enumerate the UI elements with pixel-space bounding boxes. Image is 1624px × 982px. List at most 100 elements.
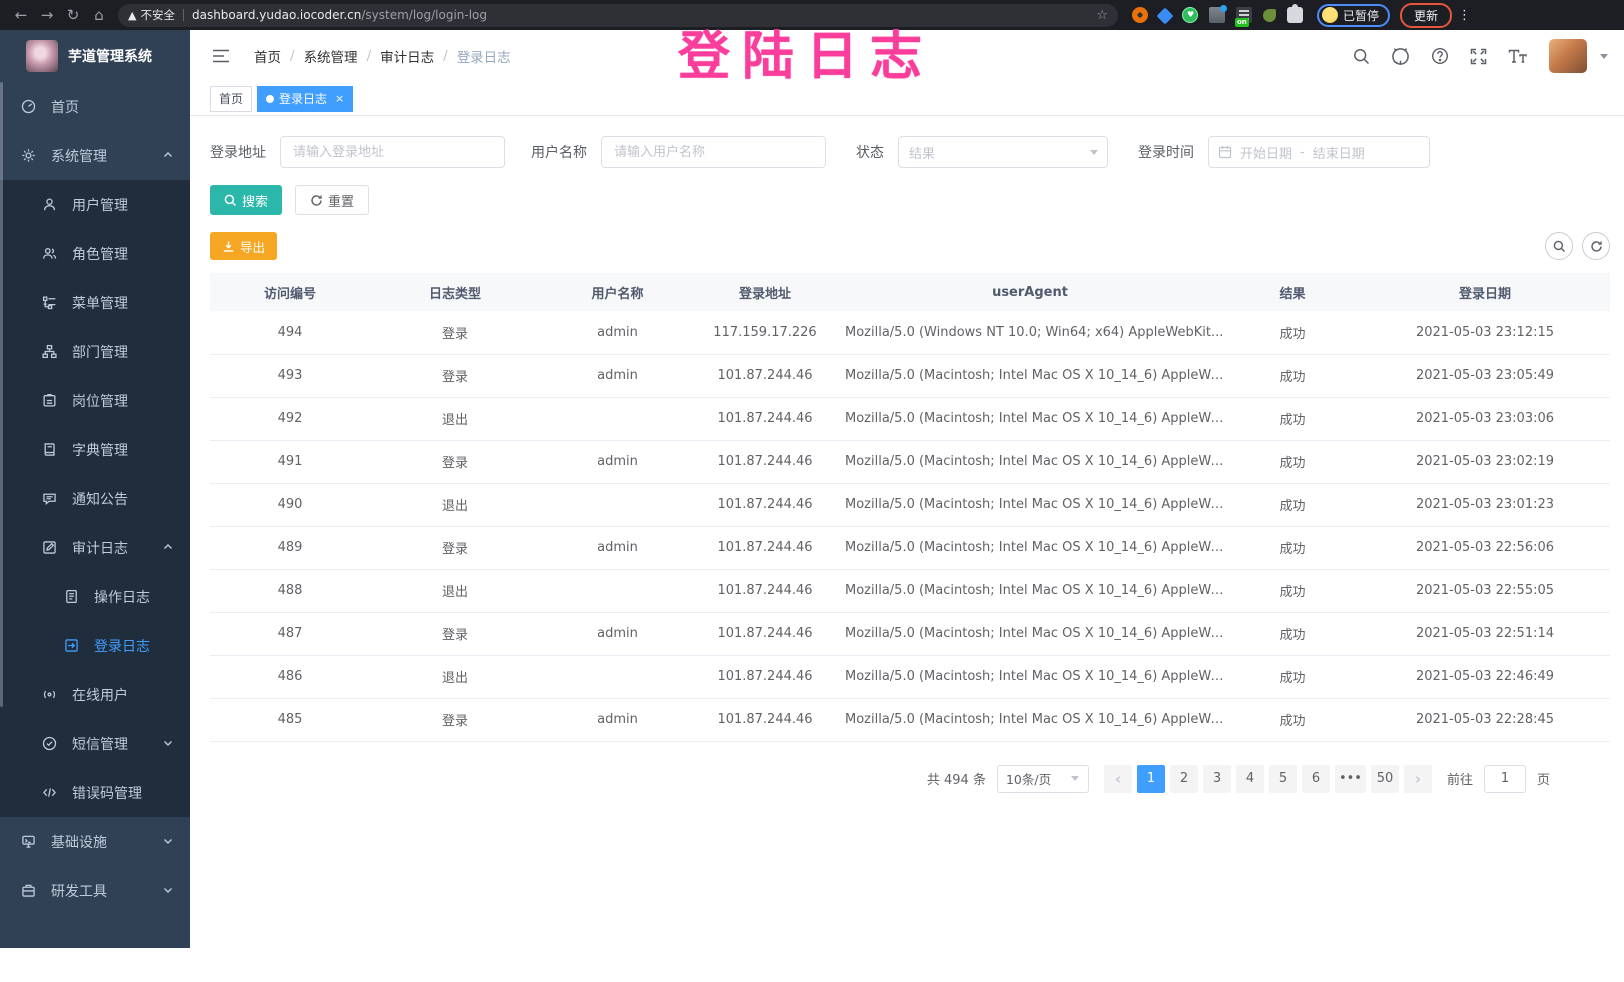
hamburger-icon[interactable] bbox=[212, 49, 230, 63]
cell-result: 成功 bbox=[1225, 655, 1360, 698]
page-button-50[interactable]: 50 bbox=[1371, 765, 1399, 793]
back-icon[interactable]: ← bbox=[8, 0, 34, 30]
sidebar-item-system[interactable]: 系统管理 bbox=[0, 131, 190, 180]
bookmark-star-icon[interactable]: ☆ bbox=[1096, 8, 1108, 23]
leaf-extension-icon[interactable] bbox=[1263, 9, 1276, 22]
home-icon[interactable]: ⌂ bbox=[86, 0, 112, 30]
table-row[interactable]: 493 登录 admin 101.87.244.46 Mozilla/5.0 (… bbox=[210, 354, 1610, 397]
operation-log-icon bbox=[64, 589, 79, 604]
avatar-caret-down-icon[interactable] bbox=[1600, 54, 1608, 59]
avatar[interactable] bbox=[1549, 39, 1587, 73]
prev-page-button[interactable]: ‹ bbox=[1104, 765, 1132, 793]
reload-icon[interactable]: ↻ bbox=[60, 0, 86, 30]
sidebar-item-audit-log[interactable]: 审计日志 bbox=[0, 523, 190, 572]
forward-icon[interactable]: → bbox=[34, 0, 60, 30]
breadcrumb: 首页 / 系统管理 / 审计日志 / 登录日志 bbox=[254, 46, 511, 66]
login-time-range-picker[interactable]: 开始日期 - 结束日期 bbox=[1208, 136, 1430, 168]
puzzle-extensions-icon[interactable] bbox=[1287, 7, 1303, 23]
page-button-6[interactable]: 6 bbox=[1302, 765, 1330, 793]
refresh-table-button[interactable] bbox=[1582, 232, 1610, 260]
page-button-4[interactable]: 4 bbox=[1236, 765, 1264, 793]
sidebar-item-user-mgmt[interactable]: 用户管理 bbox=[0, 180, 190, 229]
green-heart-extension-icon[interactable] bbox=[1182, 7, 1198, 23]
table-row[interactable]: 487 登录 admin 101.87.244.46 Mozilla/5.0 (… bbox=[210, 612, 1610, 655]
sidebar-item-menu-mgmt[interactable]: 菜单管理 bbox=[0, 278, 190, 327]
page-button-5[interactable]: 5 bbox=[1269, 765, 1297, 793]
cell-username: admin bbox=[540, 440, 695, 483]
page-button-2[interactable]: 2 bbox=[1170, 765, 1198, 793]
help-icon[interactable] bbox=[1431, 47, 1449, 65]
username-input[interactable] bbox=[601, 136, 826, 168]
search-button[interactable]: 搜索 bbox=[210, 185, 282, 215]
table-body: 494 登录 admin 117.159.17.226 Mozilla/5.0 … bbox=[210, 311, 1610, 741]
status-select[interactable]: 结果 bbox=[898, 136, 1108, 168]
fullscreen-icon[interactable] bbox=[1470, 48, 1487, 65]
sidebar-item-login-log[interactable]: 登录日志 bbox=[0, 621, 190, 670]
chrome-update-button[interactable]: 更新 bbox=[1400, 3, 1452, 28]
sidebar-item-role-mgmt[interactable]: 角色管理 bbox=[0, 229, 190, 278]
sidebar-item-devtools[interactable]: 研发工具 bbox=[0, 866, 190, 915]
table-row[interactable]: 494 登录 admin 117.159.17.226 Mozilla/5.0 … bbox=[210, 311, 1610, 354]
next-page-button[interactable]: › bbox=[1404, 765, 1432, 793]
page-size-select[interactable]: 10条/页 bbox=[997, 765, 1089, 793]
login-address-input[interactable] bbox=[280, 136, 505, 168]
sidebar-item-home[interactable]: 首页 bbox=[0, 82, 190, 131]
sidebar-scrollbar[interactable] bbox=[0, 82, 3, 707]
sidebar-item-error-code-mgmt[interactable]: 错误码管理 bbox=[0, 768, 190, 817]
cell-login-address: 101.87.244.46 bbox=[695, 483, 835, 526]
sidebar-item-online-users[interactable]: 在线用户 bbox=[0, 670, 190, 719]
sidebar-item-notice-mgmt[interactable]: 通知公告 bbox=[0, 474, 190, 523]
table-row[interactable]: 489 登录 admin 101.87.244.46 Mozilla/5.0 (… bbox=[210, 526, 1610, 569]
table-row[interactable]: 490 退出 101.87.244.46 Mozilla/5.0 (Macint… bbox=[210, 483, 1610, 526]
cell-username: admin bbox=[540, 698, 695, 741]
reset-button[interactable]: 重置 bbox=[295, 185, 369, 215]
address-bar[interactable]: ▲ 不安全 dashboard.yudao.iocoder.cn /system… bbox=[118, 4, 1118, 27]
font-size-icon[interactable] bbox=[1508, 48, 1528, 64]
breadcrumb-system[interactable]: 系统管理 bbox=[304, 46, 358, 66]
page-button-1[interactable]: 1 bbox=[1137, 765, 1165, 793]
sidebar-item-sms-mgmt[interactable]: 短信管理 bbox=[0, 719, 190, 768]
table-row[interactable]: 491 登录 admin 101.87.244.46 Mozilla/5.0 (… bbox=[210, 440, 1610, 483]
goto-page-input[interactable] bbox=[1484, 765, 1526, 793]
tag-login-log[interactable]: 登录日志 × bbox=[257, 86, 353, 112]
blue-gem-extension-icon[interactable] bbox=[1157, 8, 1174, 25]
cell-username: admin bbox=[540, 526, 695, 569]
grid-extension-icon[interactable] bbox=[1209, 7, 1225, 23]
sidebar-item-dept-mgmt[interactable]: 部门管理 bbox=[0, 327, 190, 376]
select-caret-down-icon bbox=[1071, 776, 1079, 781]
list-extension-icon[interactable]: on bbox=[1236, 7, 1252, 23]
cell-log-type: 登录 bbox=[370, 311, 540, 354]
export-button[interactable]: 导出 bbox=[210, 232, 277, 260]
login-log-icon bbox=[64, 638, 79, 653]
sidebar-logo[interactable]: 芋道管理系统 bbox=[0, 30, 190, 82]
post-badge-icon bbox=[42, 393, 57, 408]
table-row[interactable]: 486 退出 101.87.244.46 Mozilla/5.0 (Macint… bbox=[210, 655, 1610, 698]
tag-home[interactable]: 首页 bbox=[210, 86, 252, 112]
cell-login-address: 101.87.244.46 bbox=[695, 526, 835, 569]
cell-login-date: 2021-05-03 22:46:49 bbox=[1360, 655, 1610, 698]
table-row[interactable]: 485 登录 admin 101.87.244.46 Mozilla/5.0 (… bbox=[210, 698, 1610, 741]
page-ellipsis-button[interactable]: ••• bbox=[1335, 765, 1366, 793]
cell-login-date: 2021-05-03 23:03:06 bbox=[1360, 397, 1610, 440]
announcement-icon bbox=[42, 491, 57, 506]
table-row[interactable]: 488 退出 101.87.244.46 Mozilla/5.0 (Macint… bbox=[210, 569, 1610, 612]
extension-on-badge: on bbox=[1235, 18, 1249, 27]
breadcrumb-audit-log[interactable]: 审计日志 bbox=[380, 46, 434, 66]
table-row[interactable]: 492 退出 101.87.244.46 Mozilla/5.0 (Macint… bbox=[210, 397, 1610, 440]
browser-menu-dots-icon[interactable]: ⋮ bbox=[1458, 8, 1471, 23]
orange-extension-icon[interactable] bbox=[1132, 7, 1148, 23]
breadcrumb-home[interactable]: 首页 bbox=[254, 46, 281, 66]
sidebar-item-operation-log[interactable]: 操作日志 bbox=[0, 572, 190, 621]
github-icon[interactable] bbox=[1391, 47, 1410, 66]
sidebar-item-infrastructure[interactable]: 基础设施 bbox=[0, 817, 190, 866]
sidebar-item-dict-mgmt[interactable]: 字典管理 bbox=[0, 425, 190, 474]
sidebar-item-post-mgmt[interactable]: 岗位管理 bbox=[0, 376, 190, 425]
login-time-label: 登录时间 bbox=[1138, 142, 1194, 162]
search-icon[interactable] bbox=[1353, 48, 1370, 65]
cell-result: 成功 bbox=[1225, 483, 1360, 526]
chevron-down-icon bbox=[162, 835, 174, 847]
page-button-3[interactable]: 3 bbox=[1203, 765, 1231, 793]
toggle-search-button[interactable] bbox=[1545, 232, 1573, 260]
tag-close-icon[interactable]: × bbox=[335, 92, 344, 105]
profile-paused-button[interactable]: 已暂停 bbox=[1317, 4, 1390, 27]
